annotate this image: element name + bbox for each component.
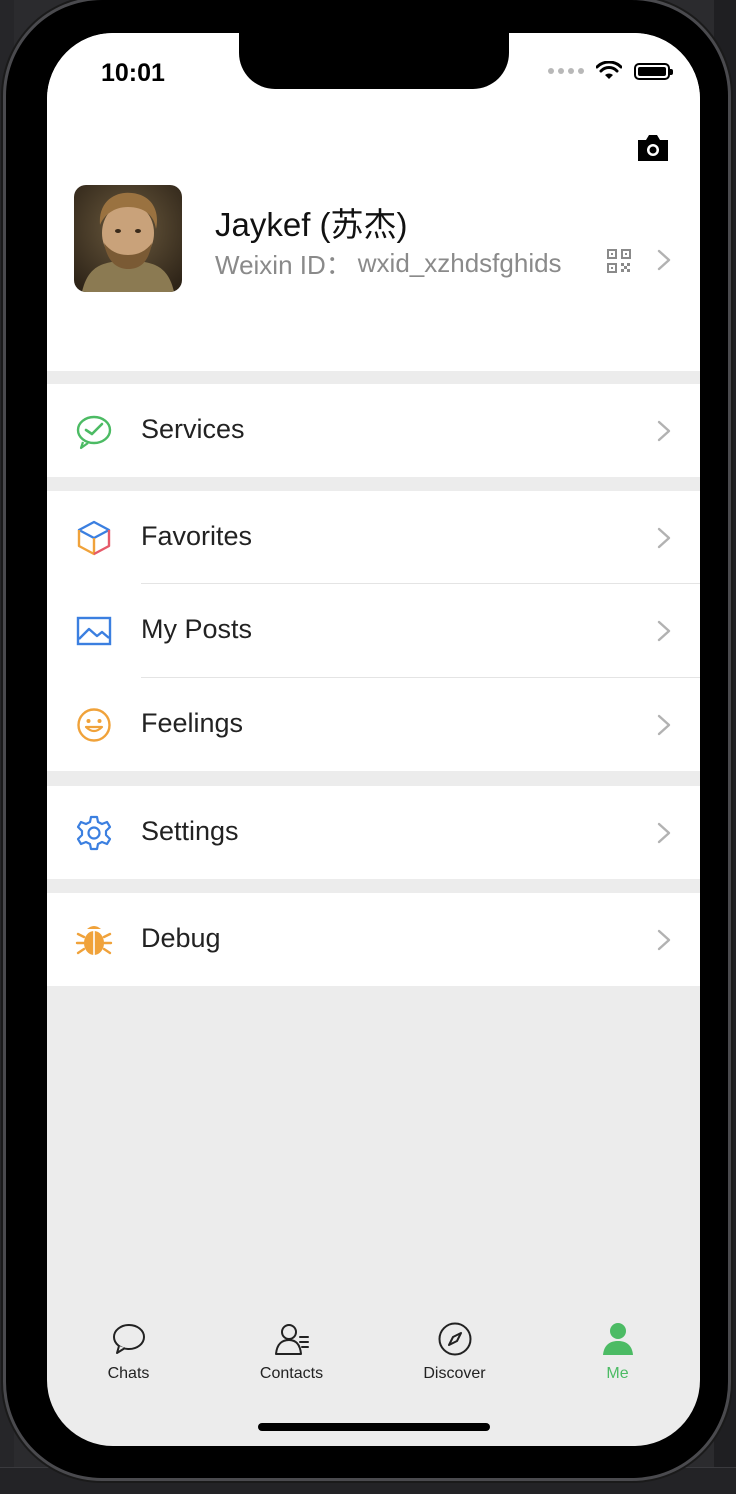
tab-me[interactable]: Me xyxy=(536,1303,699,1403)
notch xyxy=(239,33,509,89)
tab-discover[interactable]: Discover xyxy=(373,1303,536,1403)
image-icon xyxy=(76,616,112,646)
menu-item-debug[interactable]: Debug xyxy=(47,893,700,986)
compass-icon xyxy=(438,1322,471,1356)
tab-discover-label: Discover xyxy=(423,1365,486,1382)
chevron-right-icon xyxy=(657,714,671,736)
menu-group-services: Services xyxy=(47,384,700,477)
status-icons xyxy=(548,61,673,81)
menu-item-settings-label: Settings xyxy=(141,816,239,846)
signal-icon xyxy=(548,68,584,74)
chevron-right-icon xyxy=(657,929,671,951)
menu-item-my-posts-label: My Posts xyxy=(141,614,253,644)
menu-group-debug: Debug xyxy=(47,893,700,986)
menu-item-feelings-label: Feelings xyxy=(141,708,244,738)
menu-group-settings: Settings xyxy=(47,786,700,879)
profile-chevron-right-icon[interactable] xyxy=(657,249,671,271)
screen: 10:01 Jaykef (苏杰) Weixin ID： wxid_xzhdsf… xyxy=(47,33,700,1446)
weixin-id-label: Weixin ID： xyxy=(215,250,352,280)
status-time: 10:01 xyxy=(101,59,165,87)
tab-contacts[interactable]: Contacts xyxy=(210,1303,373,1403)
menu-item-favorites[interactable]: Favorites xyxy=(47,491,700,584)
favorites-cube-icon xyxy=(77,520,111,556)
contacts-icon xyxy=(274,1324,309,1355)
gear-icon xyxy=(76,815,112,851)
menu-group-content: Favorites My Posts Feelings xyxy=(47,491,700,771)
chevron-right-icon xyxy=(657,420,671,442)
tab-contacts-label: Contacts xyxy=(259,1365,324,1382)
tab-chats-label: Chats xyxy=(107,1365,150,1382)
chevron-right-icon xyxy=(657,620,671,642)
menu-item-services[interactable]: Services xyxy=(47,384,700,477)
menu-item-settings[interactable]: Settings xyxy=(47,786,700,879)
tab-bar: Chats Contacts Discover Me xyxy=(47,1303,700,1403)
camera-icon[interactable] xyxy=(635,133,671,163)
home-indicator[interactable] xyxy=(258,1423,490,1431)
battery-icon xyxy=(634,62,673,80)
smiley-icon xyxy=(77,708,111,742)
menu-item-services-label: Services xyxy=(141,414,245,444)
menu-item-my-posts[interactable]: My Posts xyxy=(47,584,700,678)
bug-icon xyxy=(75,926,113,955)
chevron-right-icon xyxy=(657,822,671,844)
tab-me-label: Me xyxy=(606,1365,629,1382)
chevron-right-icon xyxy=(657,527,671,549)
chat-bubble-icon xyxy=(112,1324,145,1354)
menu-item-debug-label: Debug xyxy=(141,923,221,953)
menu-item-feelings[interactable]: Feelings xyxy=(47,678,700,771)
weixin-id: Weixin ID： wxid_xzhdsfghids xyxy=(215,245,562,282)
profile-name: Jaykef (苏杰) xyxy=(215,206,408,243)
weixin-id-value: wxid_xzhdsfghids xyxy=(357,248,562,278)
services-icon xyxy=(76,415,112,450)
person-icon xyxy=(602,1323,633,1355)
profile-header: 10:01 Jaykef (苏杰) Weixin ID： wxid_xzhdsf… xyxy=(47,33,700,371)
qr-code-icon[interactable] xyxy=(607,249,631,273)
menu-item-favorites-label: Favorites xyxy=(141,521,253,551)
wifi-icon xyxy=(596,61,622,79)
tab-chats[interactable]: Chats xyxy=(47,1303,210,1403)
avatar[interactable] xyxy=(74,185,182,292)
phone-frame: 10:01 Jaykef (苏杰) Weixin ID： wxid_xzhdsf… xyxy=(6,0,728,1478)
